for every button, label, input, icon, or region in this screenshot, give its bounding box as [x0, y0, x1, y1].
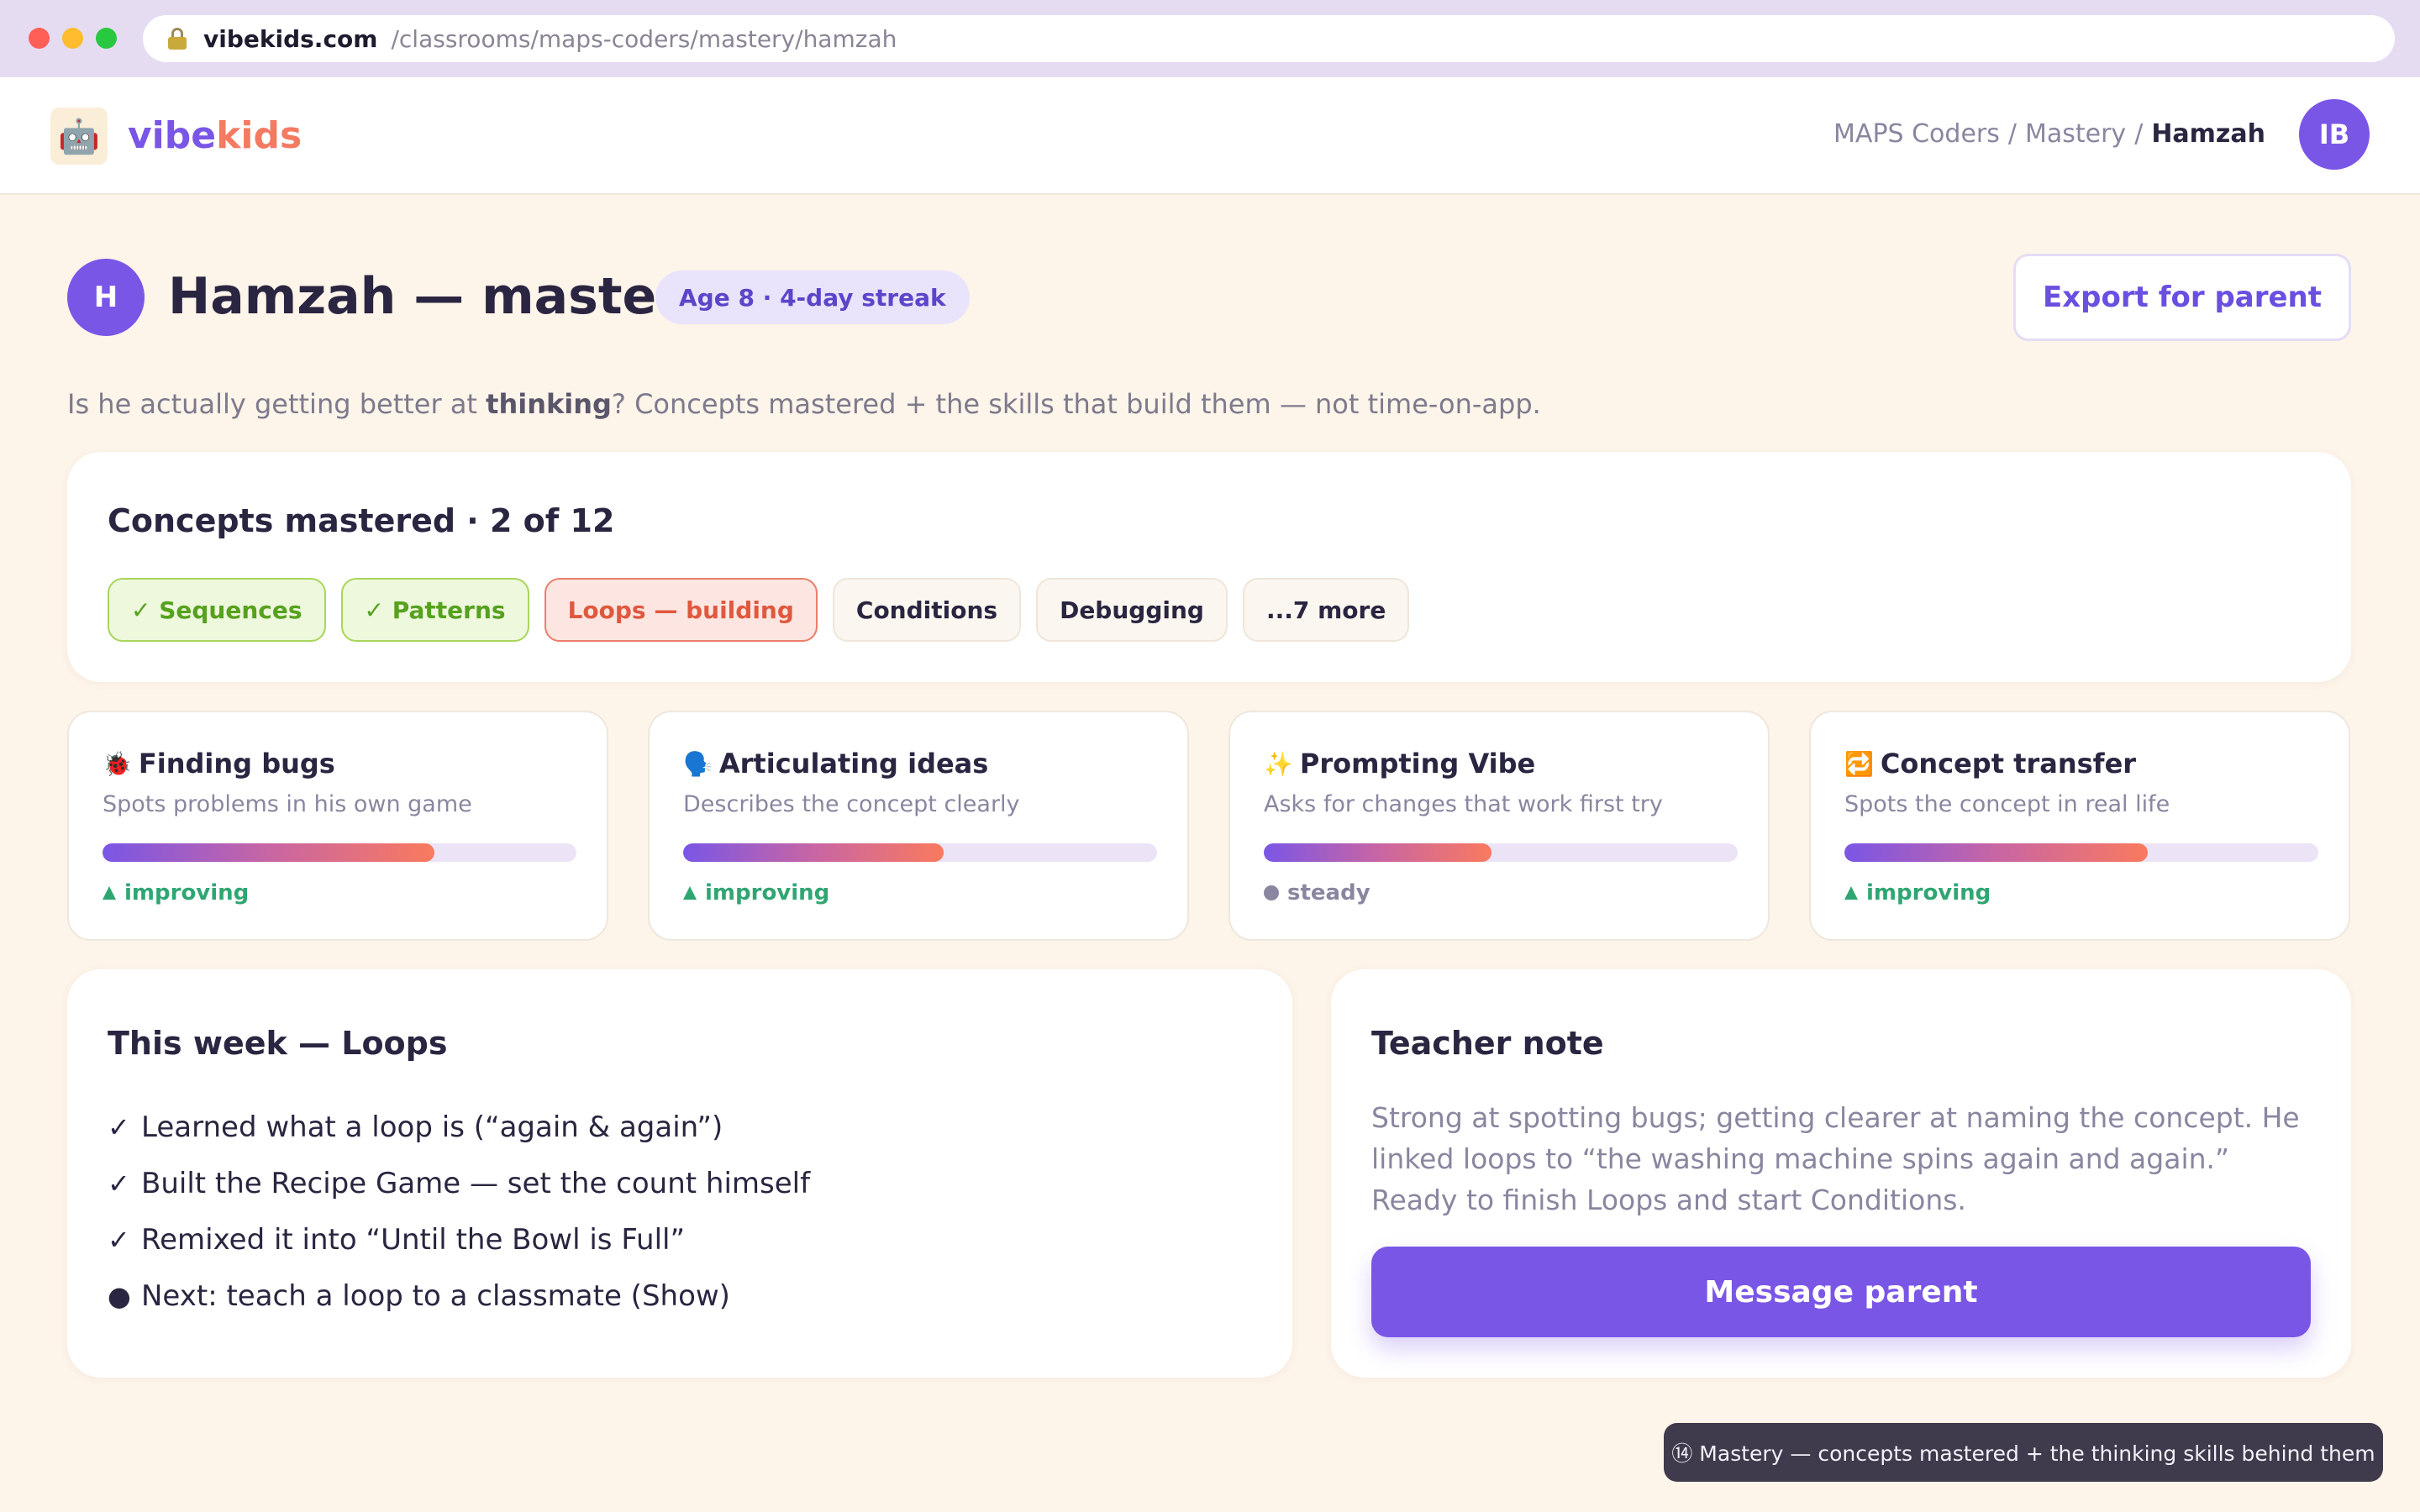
- breadcrumb-current: Hamzah: [2151, 119, 2265, 149]
- speaking-head-icon: 🗣️: [683, 749, 713, 778]
- skill-trend: improving: [1844, 880, 1991, 906]
- sparkles-icon: ✨: [1264, 749, 1293, 778]
- trend-up-icon: [103, 886, 116, 900]
- check-icon: ✓: [108, 1223, 130, 1256]
- brand-part-2: kids: [216, 114, 302, 157]
- skill-progress-bar: [683, 843, 1157, 862]
- skill-trend: improving: [683, 880, 829, 906]
- skill-card-finding-bugs: 🐞 Finding bugs Spots problems in his own…: [67, 711, 608, 941]
- skill-card-concept-transfer: 🔁 Concept transfer Spots the concept in …: [1809, 711, 2350, 941]
- concept-chip-debugging[interactable]: Debugging: [1036, 578, 1228, 642]
- trend-up-icon: [1844, 886, 1858, 900]
- skill-title-text: Prompting Vibe: [1299, 748, 1536, 780]
- list-item-text: Remixed it into “Until the Bowl is Full”: [141, 1222, 686, 1257]
- skill-card-prompting-vibe: ✨ Prompting Vibe Asks for changes that w…: [1228, 711, 1770, 941]
- brand-wordmark[interactable]: vibekids: [128, 114, 302, 157]
- zoom-window-button[interactable]: [96, 28, 117, 49]
- breadcrumb-separator: /: [2134, 119, 2144, 149]
- subtitle-emphasis: thinking: [486, 388, 612, 420]
- skill-progress-bar: [1264, 843, 1738, 862]
- skill-progress-fill: [103, 843, 434, 862]
- skill-title: 🔁 Concept transfer: [1844, 748, 2136, 780]
- lock-icon: [168, 28, 187, 50]
- list-item-text: Built the Recipe Game — set the count hi…: [141, 1166, 811, 1200]
- skill-title: 🐞 Finding bugs: [103, 748, 335, 780]
- concept-chip-list: ✓ Sequences ✓ Patterns Loops — building …: [108, 578, 1410, 642]
- trend-steady-icon: [1264, 885, 1279, 900]
- kids-robot-logo-icon[interactable]: 🤖: [50, 108, 108, 165]
- url-host: vibekids.com: [203, 24, 378, 53]
- skill-progress-bar: [103, 843, 576, 862]
- list-item: ✓ Learned what a loop is (“again & again”…: [108, 1099, 810, 1155]
- skill-trend: steady: [1264, 880, 1370, 906]
- list-item: ✓ Built the Recipe Game — set the count h…: [108, 1155, 810, 1211]
- list-item: ● Next: teach a loop to a classmate (Show…: [108, 1268, 810, 1324]
- teacher-note-text: Strong at spotting bugs; getting clearer…: [1371, 1101, 2300, 1216]
- list-item: ✓ Remixed it into “Until the Bowl is Full…: [108, 1211, 810, 1268]
- concepts-title: Concepts mastered · 2 of 12: [108, 502, 615, 539]
- skill-title-text: Articulating ideas: [718, 748, 989, 780]
- skill-title-text: Concept transfer: [1880, 748, 2137, 780]
- concept-chip-sequences[interactable]: ✓ Sequences: [108, 578, 326, 642]
- ladybug-icon: 🐞: [103, 749, 132, 778]
- skill-trend-label: steady: [1287, 880, 1370, 906]
- skill-title-text: Finding bugs: [138, 748, 335, 780]
- concept-chip-conditions[interactable]: Conditions: [832, 578, 1022, 642]
- skill-trend-label: improving: [1866, 880, 1991, 906]
- minimize-window-button[interactable]: [62, 28, 83, 49]
- bullet-dot-icon: ●: [108, 1279, 131, 1312]
- skill-title: 🗣️ Articulating ideas: [683, 748, 988, 780]
- check-icon: ✓: [108, 1110, 130, 1143]
- concept-chip-patterns[interactable]: ✓ Patterns: [340, 578, 529, 642]
- skill-card-articulating-ideas: 🗣️ Articulating ideas Describes the conc…: [648, 711, 1189, 941]
- list-item-text: Next: teach a loop to a classmate (Show): [141, 1278, 730, 1313]
- skill-title: ✨ Prompting Vibe: [1264, 748, 1535, 780]
- breadcrumb-item-classroom[interactable]: MAPS Coders: [1833, 119, 2000, 149]
- breadcrumb: MAPS Coders / Mastery / Hamzah: [1833, 119, 2265, 149]
- skill-trend-label: improving: [705, 880, 830, 906]
- concepts-mastered-card: Concepts mastered · 2 of 12 ✓ Sequences …: [67, 452, 2351, 682]
- user-avatar[interactable]: IB: [2299, 99, 2370, 170]
- brand-part-1: vibe: [128, 114, 217, 157]
- student-meta-badge: Age 8 · 4-day streak: [655, 270, 970, 324]
- skill-description: Describes the concept clearly: [683, 791, 1020, 817]
- skill-description: Spots the concept in real life: [1844, 791, 2170, 817]
- url-path: /classrooms/maps-coders/mastery/hamzah: [391, 24, 897, 53]
- list-item-text: Learned what a loop is (“again & again”): [141, 1110, 723, 1144]
- window-controls: [29, 28, 117, 49]
- skill-progress-fill: [683, 843, 944, 862]
- breadcrumb-separator: /: [2007, 119, 2017, 149]
- message-parent-button[interactable]: Message parent: [1371, 1247, 2311, 1337]
- skill-description: Asks for changes that work first try: [1264, 791, 1663, 817]
- skill-progress-fill: [1844, 843, 2148, 862]
- app-header: 🤖 vibekids MAPS Coders / Mastery / Hamza…: [0, 77, 2420, 195]
- concept-chip-more[interactable]: ...7 more: [1242, 578, 1410, 642]
- skill-progress-bar: [1844, 843, 2318, 862]
- repeat-icon: 🔁: [1844, 749, 1874, 778]
- check-icon: ✓: [108, 1167, 130, 1200]
- export-for-parent-button[interactable]: Export for parent: [2013, 254, 2351, 341]
- teacher-note-card: Teacher note Strong at spotting bugs; ge…: [1331, 969, 2351, 1378]
- address-bar[interactable]: vibekids.com /classrooms/maps-coders/mas…: [143, 15, 2395, 62]
- page-subtitle: Is he actually getting better at thinkin…: [67, 388, 1541, 420]
- subtitle-tail: ? Concepts mastered + the skills that bu…: [611, 388, 1541, 420]
- skill-trend: improving: [103, 880, 249, 906]
- page-title: Hamzah — mastery: [168, 267, 714, 326]
- close-window-button[interactable]: [29, 28, 50, 49]
- skill-progress-fill: [1264, 843, 1491, 862]
- this-week-card: This week — Loops ✓ Learned what a loop i…: [67, 969, 1292, 1378]
- student-avatar: H: [67, 259, 145, 336]
- trend-up-icon: [683, 886, 697, 900]
- this-week-list: ✓ Learned what a loop is (“again & again”…: [108, 1099, 810, 1324]
- teacher-note-title: Teacher note: [1371, 1025, 1604, 1062]
- concept-chip-loops[interactable]: Loops — building: [544, 578, 818, 642]
- browser-chrome: vibekids.com /classrooms/maps-coders/mas…: [0, 0, 2420, 77]
- skill-trend-label: improving: [124, 880, 250, 906]
- skill-description: Spots problems in his own game: [103, 791, 472, 817]
- subtitle-lead: Is he actually getting better at: [67, 388, 487, 420]
- breadcrumb-item-mastery[interactable]: Mastery: [2025, 119, 2126, 149]
- screen-caption: ⑭ Mastery — concepts mastered + the thin…: [1664, 1423, 2383, 1482]
- this-week-title: This week — Loops: [108, 1025, 448, 1062]
